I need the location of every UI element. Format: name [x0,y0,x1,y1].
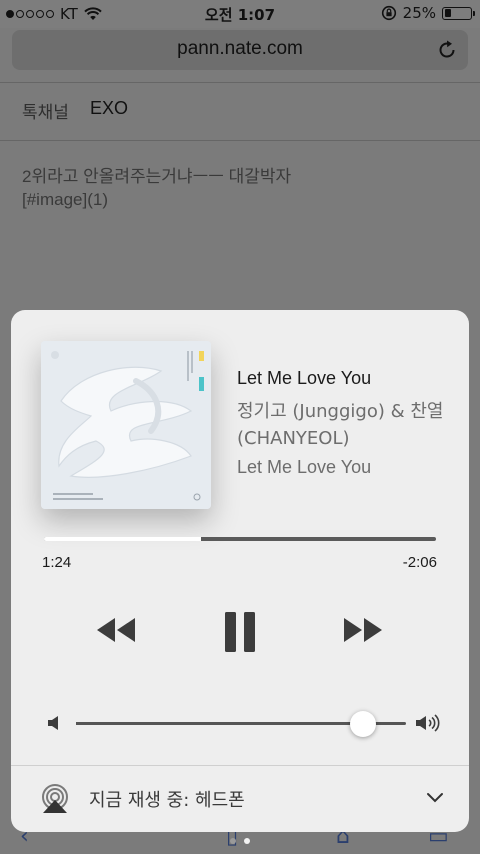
battery-percent: 25% [402,4,436,22]
rewind-icon [97,618,135,642]
chevron-down-icon[interactable] [426,792,444,804]
post-image-placeholder: [#image](1) [22,190,108,209]
address-bar[interactable]: pann.nate.com [12,30,468,70]
divider [0,140,480,141]
track-album: Let Me Love You [237,457,372,477]
url-text[interactable]: pann.nate.com [12,38,468,60]
fast-forward-button[interactable] [338,610,388,650]
playback-scrubber[interactable] [44,537,436,541]
divider [0,82,480,83]
post-title: 2위라고 안올려주는거냐ㅡㅡ 대갈박자 [22,167,292,186]
board-name[interactable]: EXO [90,98,128,119]
track-title: Let Me Love You [237,368,372,388]
fast-forward-icon [344,618,382,642]
page-dot-active [244,838,250,844]
audio-output-row[interactable]: 지금 재생 중: 헤드폰 [11,766,469,832]
reload-icon[interactable] [436,39,458,61]
page-indicator [0,838,480,844]
board-label: 톡채널 [22,103,69,123]
now-playing-card: Let Me Love You 정기고 (Junggigo) & 찬열 (CHA… [11,310,469,832]
album-artwork [41,341,211,509]
page-dot [230,838,236,844]
volume-fill [76,722,364,725]
audio-output-label: 지금 재생 중: 헤드폰 [89,790,245,811]
battery-level [444,9,451,17]
track-artist: 정기고 (Junggigo) & 찬열 (CHANYEOL) [237,401,444,449]
remaining-time: -2:06 [402,554,437,571]
pause-icon [225,612,255,652]
volume-max-icon [416,714,440,732]
pause-button[interactable] [218,608,262,656]
rotation-lock-icon [381,5,396,21]
status-right: 25% [381,4,475,22]
volume-thumb[interactable] [350,711,377,737]
status-bar: KT 오전 1:07 25% [0,0,480,28]
battery-icon [442,6,475,20]
airplay-icon [42,784,68,813]
rewind-button[interactable] [91,610,141,650]
album-artwork-graphic [41,341,211,509]
playback-progress-fill [44,537,201,541]
volume-min-icon [48,716,58,730]
elapsed-time: 1:24 [42,554,72,571]
